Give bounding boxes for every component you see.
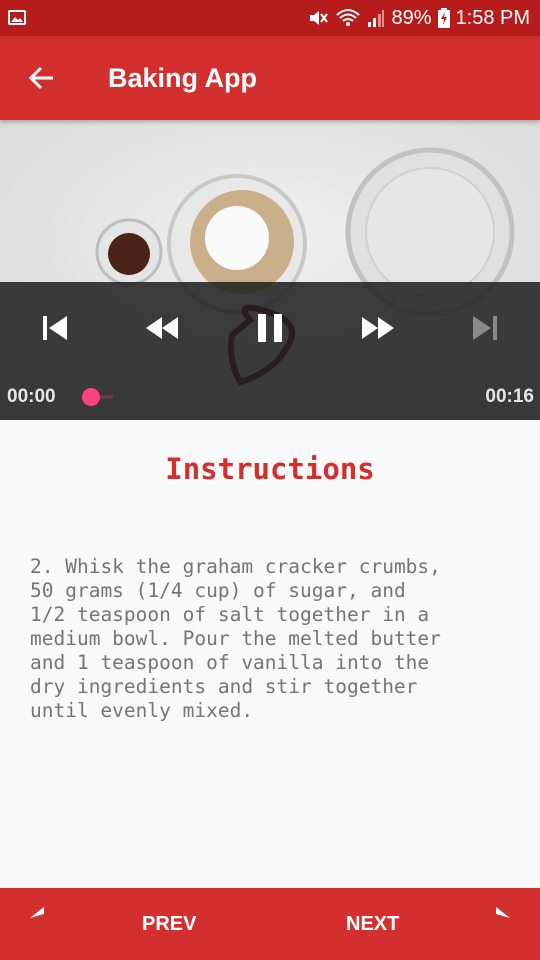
instructions-heading: Instructions <box>165 452 375 486</box>
wifi-icon <box>335 7 361 29</box>
rewind-icon[interactable] <box>144 314 180 347</box>
app-bar: Baking App <box>0 36 540 120</box>
playback-position: 00:00 <box>7 386 56 407</box>
seek-bar[interactable] <box>91 395 451 399</box>
fast-forward-icon[interactable] <box>360 314 396 347</box>
battery-percent: 89% <box>391 6 432 29</box>
mute-icon <box>307 7 329 29</box>
clock: 1:58 PM <box>455 6 530 29</box>
player-controls: 00:00 00:16 <box>0 282 540 420</box>
video-player[interactable]: 00:00 00:16 <box>0 120 540 420</box>
prev-button[interactable]: PREV <box>142 888 196 960</box>
next-button[interactable]: NEXT <box>346 888 399 960</box>
step-description: 2. Whisk the graham cracker crumbs, 50 g… <box>30 555 441 722</box>
redo-arrow-icon[interactable] <box>472 906 512 942</box>
bottom-navigation: PREV NEXT <box>0 888 540 960</box>
app-title: Baking App <box>108 63 258 93</box>
signal-icon <box>367 8 385 28</box>
pause-icon[interactable] <box>256 312 284 349</box>
seek-thumb[interactable] <box>82 388 100 406</box>
gallery-notification-icon <box>8 10 26 25</box>
status-bar: 89% 1:58 PM <box>0 0 540 36</box>
undo-arrow-icon[interactable] <box>28 906 68 942</box>
skip-next-icon[interactable] <box>471 314 499 347</box>
playback-duration: 00:16 <box>485 386 534 407</box>
battery-charging-icon <box>437 8 450 28</box>
back-arrow-icon[interactable] <box>26 62 58 94</box>
skip-previous-icon[interactable] <box>41 314 69 347</box>
